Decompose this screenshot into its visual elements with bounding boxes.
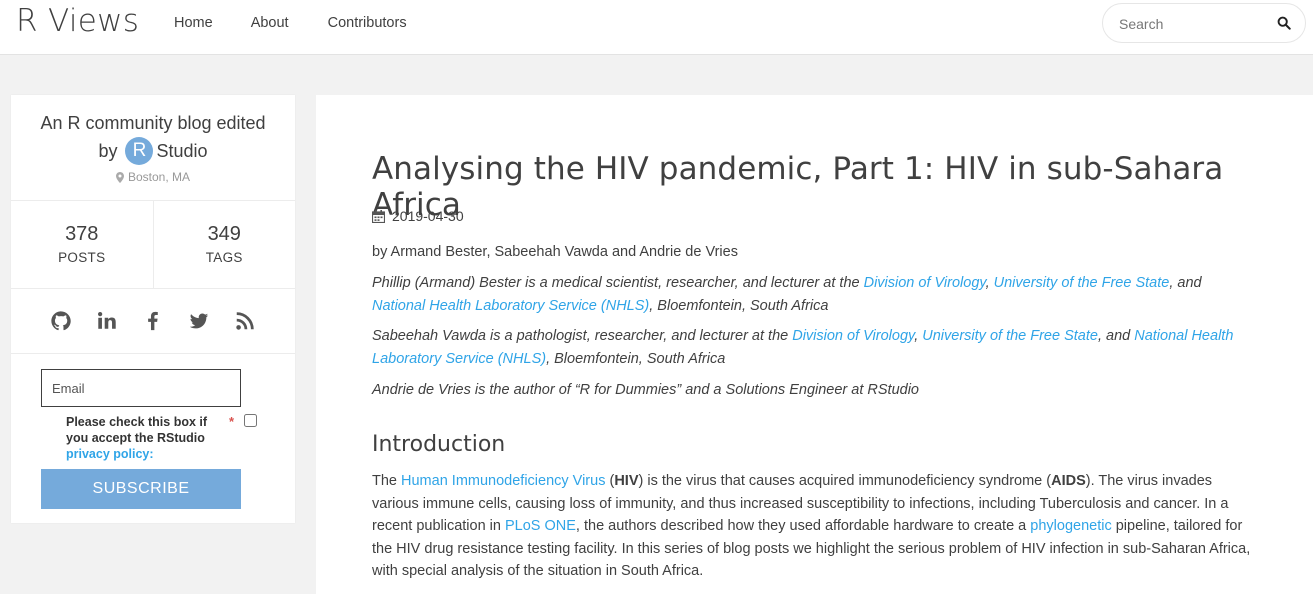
about-tagline: An R community blog edited — [40, 113, 266, 133]
nav-about[interactable]: About — [251, 15, 289, 31]
search-box — [1102, 3, 1306, 43]
consent-label: Please check this box if you accept the … — [66, 414, 226, 462]
phylogenetic-link[interactable]: phylogenetic — [1030, 518, 1111, 534]
author-bio-bester: Phillip (Armand) Bester is a medical sci… — [372, 272, 1242, 318]
bio-text: , and — [1169, 275, 1202, 291]
github-icon[interactable] — [50, 310, 72, 332]
bio-text: Phillip (Armand) Bester is a medical sci… — [372, 275, 864, 291]
map-marker-icon — [115, 171, 124, 183]
consent-text: Please check this box if you accept the … — [66, 415, 208, 445]
linkedin-icon[interactable] — [96, 310, 118, 332]
about-studio: Studio — [156, 141, 208, 161]
subscribe-button[interactable]: SUBSCRIBE — [41, 469, 241, 509]
about-editor: by R Studio — [11, 136, 295, 166]
search-icon[interactable] — [1277, 16, 1291, 30]
newsletter-signup: Please check this box if you accept the … — [11, 354, 295, 524]
intro-text: The — [372, 473, 402, 489]
required-mark: * — [229, 414, 235, 429]
consent-checkbox[interactable] — [244, 414, 257, 427]
university-free-state-link[interactable]: University of the Free State — [922, 328, 1098, 344]
bio-text: Sabeehah Vawda is a pathologist, researc… — [372, 328, 793, 344]
nhls-link[interactable]: National Health Laboratory Service (NHLS… — [372, 298, 649, 314]
hiv-link[interactable]: Human Immunodeficiency Virus — [401, 473, 605, 489]
university-free-state-link[interactable]: University of the Free State — [994, 275, 1170, 291]
intro-text: ( — [605, 473, 615, 489]
privacy-policy-link[interactable]: privacy policy: — [66, 447, 154, 461]
about-by: by — [98, 141, 118, 161]
division-of-virology-link[interactable]: Division of Virology — [864, 275, 986, 291]
nav-contributors[interactable]: Contributors — [328, 15, 407, 31]
posts-label: POSTS — [58, 250, 106, 265]
bio-text: , — [985, 275, 994, 291]
posts-count: 378 — [65, 223, 99, 245]
intro-bold: HIV — [614, 473, 639, 489]
rss-icon[interactable] — [234, 310, 256, 332]
bio-text: , Bloemfontein, South Africa — [546, 351, 726, 367]
intro-text: , the authors described how they used af… — [575, 518, 1031, 534]
division-of-virology-link[interactable]: Division of Virology — [792, 328, 914, 344]
about-section: An R community blog edited by R Studio B… — [11, 95, 295, 201]
intro-bold: AIDS — [1051, 473, 1086, 489]
article: Analysing the HIV pandemic, Part 1: HIV … — [316, 95, 1313, 594]
location-text: Boston, MA — [127, 170, 191, 184]
location: Boston, MA — [11, 170, 295, 184]
tags-count: 349 — [207, 223, 241, 245]
bio-text: , Bloemfontein, South Africa — [649, 298, 829, 314]
nav-home[interactable]: Home — [174, 15, 213, 31]
rstudio-logo-icon[interactable]: R — [125, 137, 154, 165]
bio-text: , and — [1097, 328, 1135, 344]
sidebar: An R community blog edited by R Studio B… — [11, 95, 295, 523]
site-brand[interactable]: R Views — [16, 3, 139, 39]
author-bio-vawda: Sabeehah Vawda is a pathologist, researc… — [372, 325, 1242, 371]
intro-text: ) is the virus that causes acquired immu… — [638, 473, 1052, 489]
intro-paragraph: The Human Immunodeficiency Virus (HIV) i… — [372, 470, 1252, 583]
section-heading-introduction: Introduction — [372, 432, 506, 457]
top-navbar: R Views Home About Contributors — [0, 0, 1313, 55]
social-links — [11, 289, 295, 354]
post-date-text: 2019-04-30 — [392, 208, 464, 224]
stat-tags[interactable]: 349 TAGS — [152, 201, 296, 288]
plos-one-link[interactable]: PLoS ONE — [505, 518, 576, 534]
calendar-icon — [372, 209, 385, 223]
author-bio-devries: Andrie de Vries is the author of “R for … — [372, 382, 919, 398]
email-field[interactable] — [41, 369, 241, 407]
stats: 378 POSTS 349 TAGS — [11, 201, 295, 289]
facebook-icon[interactable] — [142, 310, 164, 332]
post-date: 2019-04-30 — [372, 208, 464, 224]
post-authors: by Armand Bester, Sabeehah Vawda and And… — [372, 244, 738, 260]
post-title: Analysing the HIV pandemic, Part 1: HIV … — [372, 151, 1224, 223]
search-input[interactable] — [1117, 14, 1271, 34]
tags-label: TAGS — [205, 250, 243, 265]
twitter-icon[interactable] — [188, 310, 210, 332]
nav-links: Home About Contributors — [174, 15, 407, 31]
stat-posts[interactable]: 378 POSTS — [11, 201, 153, 288]
